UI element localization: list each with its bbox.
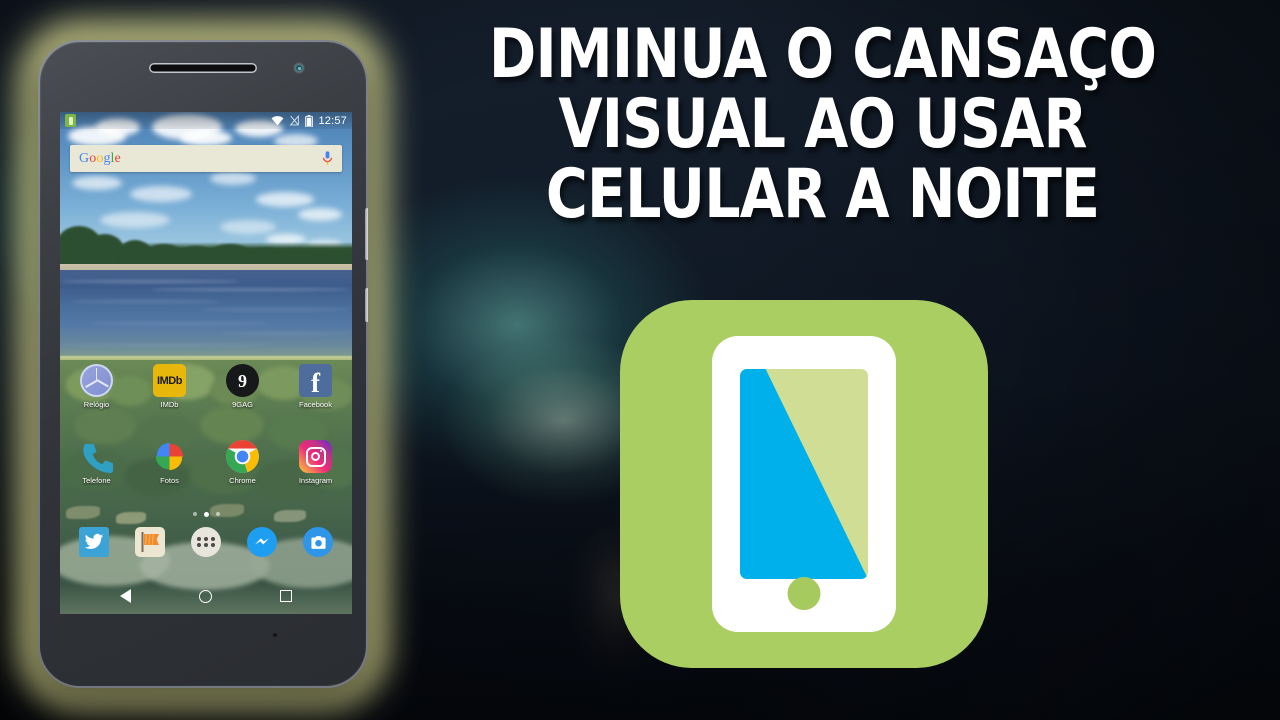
camera-icon	[303, 527, 333, 557]
home-circle-icon[interactable]	[199, 589, 212, 603]
app-relogio[interactable]: Relógio	[60, 364, 133, 409]
dock	[60, 527, 352, 557]
home-screen-page-dots[interactable]	[60, 512, 352, 517]
headline-line-1: DIMINUA O CANSAÇO	[488, 15, 1157, 94]
notification-icon	[65, 114, 76, 127]
headline-line-3: CELULAR A NOITE	[545, 154, 1100, 234]
facebook-glyph: f	[311, 368, 320, 399]
app-label: Chrome	[229, 476, 256, 485]
flag-icon	[135, 527, 165, 557]
microphone-hole-icon	[273, 633, 277, 637]
signal-off-icon	[290, 115, 300, 126]
twitter-icon	[79, 527, 109, 557]
app-icon-phone-screen	[740, 369, 868, 579]
chrome-icon	[226, 440, 259, 473]
phone-body: 12:57 Google Relógio IMDb IMDb 9 9GAG f …	[38, 40, 368, 688]
phone-front-face: 12:57 Google Relógio IMDb IMDb 9 9GAG f …	[41, 43, 365, 685]
imdb-icon: IMDb	[153, 364, 186, 397]
app-icon-home-button	[787, 577, 821, 610]
volume-button[interactable]	[365, 208, 368, 260]
app-label: Telefone	[82, 476, 111, 485]
battery-icon	[305, 114, 314, 127]
facebook-icon: f	[299, 364, 332, 397]
night-screen-filter-app-icon	[620, 300, 988, 668]
imdb-glyph: IMDb	[157, 374, 182, 387]
microphone-icon[interactable]	[322, 150, 333, 167]
app-telefone[interactable]: Telefone	[60, 440, 133, 485]
messenger-icon	[247, 527, 277, 557]
clock-icon	[80, 364, 113, 397]
phone-screen[interactable]: 12:57 Google Relógio IMDb IMDb 9 9GAG f …	[60, 112, 352, 614]
app-9gag[interactable]: 9 9GAG	[206, 364, 279, 409]
status-bar-clock: 12:57	[318, 114, 347, 127]
app-grid-row-1: Relógio IMDb IMDb 9 9GAG f Facebook	[60, 364, 352, 409]
phone-mockup: 12:57 Google Relógio IMDb IMDb 9 9GAG f …	[20, 22, 386, 706]
android-navigation-bar	[60, 578, 352, 614]
page-dot[interactable]	[215, 512, 220, 516]
back-triangle-icon[interactable]	[120, 589, 131, 603]
app-label: Fotos	[160, 476, 179, 485]
app-fotos[interactable]: Fotos	[133, 440, 206, 485]
phone-icon	[80, 440, 113, 473]
wallpaper-water	[60, 270, 352, 360]
app-imdb[interactable]: IMDb IMDb	[133, 364, 206, 409]
dock-item-app-drawer[interactable]	[178, 527, 234, 557]
power-button[interactable]	[365, 288, 368, 322]
dock-item-twitter[interactable]	[66, 527, 122, 557]
earpiece-speaker-icon	[149, 63, 257, 73]
google-photos-icon	[153, 440, 186, 473]
app-label: 9GAG	[232, 400, 253, 409]
ninegag-glyph: 9	[238, 370, 247, 391]
app-icon-phone-shape	[712, 336, 896, 632]
wifi-icon	[272, 116, 284, 126]
app-label: Instagram	[298, 476, 333, 485]
recents-square-icon[interactable]	[280, 590, 292, 602]
headline: DIMINUA O CANSAÇO VISUAL AO USAR CELULAR…	[385, 15, 1260, 234]
dock-item-camera[interactable]	[290, 527, 346, 557]
status-bar: 12:57	[60, 112, 352, 129]
app-facebook[interactable]: f Facebook	[279, 364, 352, 409]
headline-line-2: VISUAL AO USAR	[558, 84, 1087, 164]
front-camera-icon	[295, 64, 303, 72]
page-dot-active[interactable]	[203, 512, 209, 517]
google-logo: Google	[79, 150, 121, 166]
dock-item-messenger[interactable]	[234, 527, 290, 557]
app-instagram[interactable]: Instagram	[279, 440, 352, 485]
instagram-icon	[299, 440, 332, 473]
app-label: Facebook	[299, 400, 332, 409]
page-dot[interactable]	[192, 512, 197, 516]
app-label: IMDb	[160, 400, 179, 409]
google-search-widget[interactable]: Google	[70, 145, 342, 172]
dock-item-flag[interactable]	[122, 527, 178, 557]
app-icon-screen-blue-half	[740, 369, 868, 579]
app-drawer-icon	[191, 527, 221, 557]
app-label: Relógio	[83, 400, 110, 409]
status-bar-right: 12:57	[271, 114, 347, 127]
ninegag-icon: 9	[226, 364, 259, 397]
app-chrome[interactable]: Chrome	[206, 440, 279, 485]
app-grid-row-2: Telefone Fotos Chrome Instagram	[60, 440, 352, 485]
